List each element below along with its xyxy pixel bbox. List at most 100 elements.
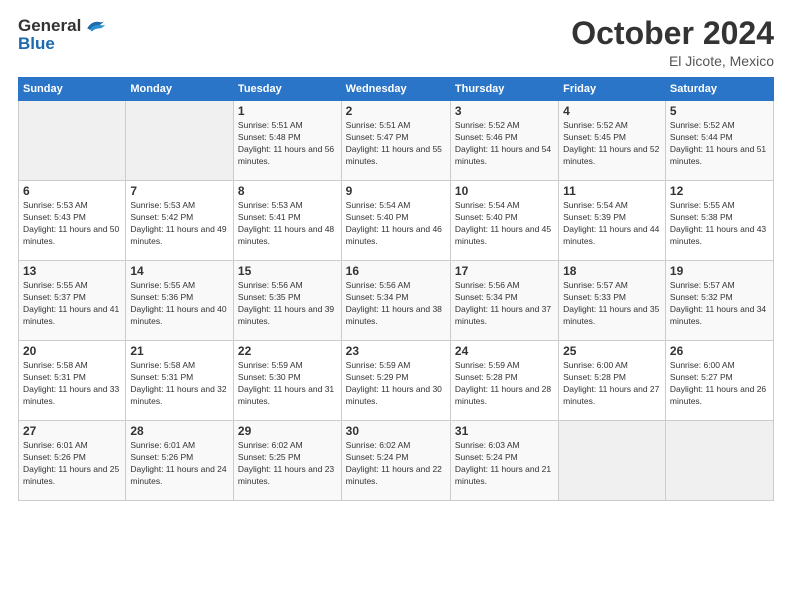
day-number: 24 [455, 344, 554, 358]
calendar-cell: 9 Sunrise: 5:54 AMSunset: 5:40 PMDaylight… [341, 181, 450, 261]
day-number: 30 [346, 424, 446, 438]
logo: General Blue [18, 16, 106, 54]
week-row-1: 1 Sunrise: 5:51 AMSunset: 5:48 PMDaylight… [19, 101, 774, 181]
calendar-subtitle: El Jicote, Mexico [571, 53, 774, 69]
calendar-cell: 18Sunrise: 5:57 AMSunset: 5:33 PMDayligh… [559, 261, 666, 341]
day-number: 28 [130, 424, 229, 438]
day-info: Sunrise: 5:59 AMSunset: 5:29 PMDaylight:… [346, 360, 446, 408]
day-info: Sunrise: 5:59 AMSunset: 5:30 PMDaylight:… [238, 360, 337, 408]
calendar-cell: 4Sunrise: 5:52 AMSunset: 5:45 PMDaylight… [559, 101, 666, 181]
day-info: Sunrise: 5:54 AMSunset: 5:40 PMDaylight:… [346, 200, 446, 248]
weekday-row: SundayMondayTuesdayWednesdayThursdayFrid… [19, 78, 774, 101]
day-info: Sunrise: 5:58 AMSunset: 5:31 PMDaylight:… [23, 360, 121, 408]
calendar-cell: 7Sunrise: 5:53 AMSunset: 5:42 PMDaylight… [126, 181, 234, 261]
calendar-cell: 29 Sunrise: 6:02 AMSunset: 5:25 PMDayligh… [233, 421, 341, 501]
calendar-cell [19, 101, 126, 181]
day-number: 2 [346, 104, 446, 118]
day-info: Sunrise: 6:00 AMSunset: 5:28 PMDaylight:… [563, 360, 661, 408]
day-number: 31 [455, 424, 554, 438]
week-row-5: 27 Sunrise: 6:01 AMSunset: 5:26 PMDayligh… [19, 421, 774, 501]
weekday-header-saturday: Saturday [665, 78, 773, 101]
header: General Blue October 2024 El Jicote, Mex… [18, 16, 774, 69]
calendar-cell: 2 Sunrise: 5:51 AMSunset: 5:47 PMDaylight… [341, 101, 450, 181]
day-info: Sunrise: 5:53 AMSunset: 5:43 PMDaylight:… [23, 200, 121, 248]
day-number: 11 [563, 184, 661, 198]
calendar-cell: 28 Sunrise: 6:01 AMSunset: 5:26 PMDayligh… [126, 421, 234, 501]
calendar-cell: 8 Sunrise: 5:53 AMSunset: 5:41 PMDaylight… [233, 181, 341, 261]
day-number: 26 [670, 344, 769, 358]
day-info: Sunrise: 5:57 AMSunset: 5:33 PMDaylight:… [563, 280, 661, 328]
day-info: Sunrise: 5:58 AMSunset: 5:31 PMDaylight:… [130, 360, 229, 408]
day-number: 5 [670, 104, 769, 118]
day-info: Sunrise: 5:59 AMSunset: 5:28 PMDaylight:… [455, 360, 554, 408]
day-number: 14 [130, 264, 229, 278]
day-number: 1 [238, 104, 337, 118]
day-info: Sunrise: 5:56 AMSunset: 5:34 PMDaylight:… [455, 280, 554, 328]
calendar-cell: 22 Sunrise: 5:59 AMSunset: 5:30 PMDayligh… [233, 341, 341, 421]
calendar-cell: 30 Sunrise: 6:02 AMSunset: 5:24 PMDayligh… [341, 421, 450, 501]
logo-blue: Blue [18, 34, 55, 54]
day-info: Sunrise: 6:02 AMSunset: 5:25 PMDaylight:… [238, 440, 337, 488]
week-row-3: 13 Sunrise: 5:55 AMSunset: 5:37 PMDayligh… [19, 261, 774, 341]
day-number: 7 [130, 184, 229, 198]
calendar-cell: 27 Sunrise: 6:01 AMSunset: 5:26 PMDayligh… [19, 421, 126, 501]
day-number: 6 [23, 184, 121, 198]
weekday-header-monday: Monday [126, 78, 234, 101]
day-number: 22 [238, 344, 337, 358]
day-info: Sunrise: 5:53 AMSunset: 5:41 PMDaylight:… [238, 200, 337, 248]
calendar-cell: 13 Sunrise: 5:55 AMSunset: 5:37 PMDayligh… [19, 261, 126, 341]
calendar-cell: 15 Sunrise: 5:56 AMSunset: 5:35 PMDayligh… [233, 261, 341, 341]
calendar-cell: 23Sunrise: 5:59 AMSunset: 5:29 PMDayligh… [341, 341, 450, 421]
day-info: Sunrise: 6:01 AMSunset: 5:26 PMDaylight:… [130, 440, 229, 488]
calendar-body: 1 Sunrise: 5:51 AMSunset: 5:48 PMDaylight… [19, 101, 774, 501]
calendar-cell: 11 Sunrise: 5:54 AMSunset: 5:39 PMDayligh… [559, 181, 666, 261]
calendar-cell [665, 421, 773, 501]
logo-general: General [18, 16, 81, 36]
weekday-header-friday: Friday [559, 78, 666, 101]
day-number: 8 [238, 184, 337, 198]
day-info: Sunrise: 5:54 AMSunset: 5:40 PMDaylight:… [455, 200, 554, 248]
week-row-4: 20Sunrise: 5:58 AMSunset: 5:31 PMDayligh… [19, 341, 774, 421]
day-number: 13 [23, 264, 121, 278]
day-info: Sunrise: 5:52 AMSunset: 5:45 PMDaylight:… [563, 120, 661, 168]
calendar-cell: 6 Sunrise: 5:53 AMSunset: 5:43 PMDaylight… [19, 181, 126, 261]
day-info: Sunrise: 5:57 AMSunset: 5:32 PMDaylight:… [670, 280, 769, 328]
calendar-cell: 12Sunrise: 5:55 AMSunset: 5:38 PMDayligh… [665, 181, 773, 261]
day-info: Sunrise: 5:55 AMSunset: 5:37 PMDaylight:… [23, 280, 121, 328]
day-number: 16 [346, 264, 446, 278]
day-info: Sunrise: 5:52 AMSunset: 5:46 PMDaylight:… [455, 120, 554, 168]
day-info: Sunrise: 6:01 AMSunset: 5:26 PMDaylight:… [23, 440, 121, 488]
weekday-header-thursday: Thursday [450, 78, 558, 101]
weekday-header-tuesday: Tuesday [233, 78, 341, 101]
day-info: Sunrise: 6:02 AMSunset: 5:24 PMDaylight:… [346, 440, 446, 488]
day-number: 27 [23, 424, 121, 438]
day-info: Sunrise: 6:00 AMSunset: 5:27 PMDaylight:… [670, 360, 769, 408]
day-info: Sunrise: 5:56 AMSunset: 5:35 PMDaylight:… [238, 280, 337, 328]
calendar-cell: 10Sunrise: 5:54 AMSunset: 5:40 PMDayligh… [450, 181, 558, 261]
weekday-header-sunday: Sunday [19, 78, 126, 101]
day-info: Sunrise: 5:55 AMSunset: 5:36 PMDaylight:… [130, 280, 229, 328]
day-info: Sunrise: 5:51 AMSunset: 5:48 PMDaylight:… [238, 120, 337, 168]
day-info: Sunrise: 5:52 AMSunset: 5:44 PMDaylight:… [670, 120, 769, 168]
calendar-cell: 16 Sunrise: 5:56 AMSunset: 5:34 PMDayligh… [341, 261, 450, 341]
day-number: 15 [238, 264, 337, 278]
calendar-cell: 3Sunrise: 5:52 AMSunset: 5:46 PMDaylight… [450, 101, 558, 181]
week-row-2: 6 Sunrise: 5:53 AMSunset: 5:43 PMDaylight… [19, 181, 774, 261]
day-number: 21 [130, 344, 229, 358]
calendar-cell [126, 101, 234, 181]
day-info: Sunrise: 5:51 AMSunset: 5:47 PMDaylight:… [346, 120, 446, 168]
day-number: 9 [346, 184, 446, 198]
day-info: Sunrise: 5:56 AMSunset: 5:34 PMDaylight:… [346, 280, 446, 328]
calendar-cell: 17Sunrise: 5:56 AMSunset: 5:34 PMDayligh… [450, 261, 558, 341]
calendar-cell: 24 Sunrise: 5:59 AMSunset: 5:28 PMDayligh… [450, 341, 558, 421]
calendar-header: SundayMondayTuesdayWednesdayThursdayFrid… [19, 78, 774, 101]
calendar-table: SundayMondayTuesdayWednesdayThursdayFrid… [18, 77, 774, 501]
day-info: Sunrise: 5:54 AMSunset: 5:39 PMDaylight:… [563, 200, 661, 248]
bird-icon [84, 17, 106, 35]
calendar-cell: 31 Sunrise: 6:03 AMSunset: 5:24 PMDayligh… [450, 421, 558, 501]
day-number: 19 [670, 264, 769, 278]
day-number: 29 [238, 424, 337, 438]
calendar-cell: 25Sunrise: 6:00 AMSunset: 5:28 PMDayligh… [559, 341, 666, 421]
day-info: Sunrise: 6:03 AMSunset: 5:24 PMDaylight:… [455, 440, 554, 488]
calendar-title: October 2024 [571, 16, 774, 51]
